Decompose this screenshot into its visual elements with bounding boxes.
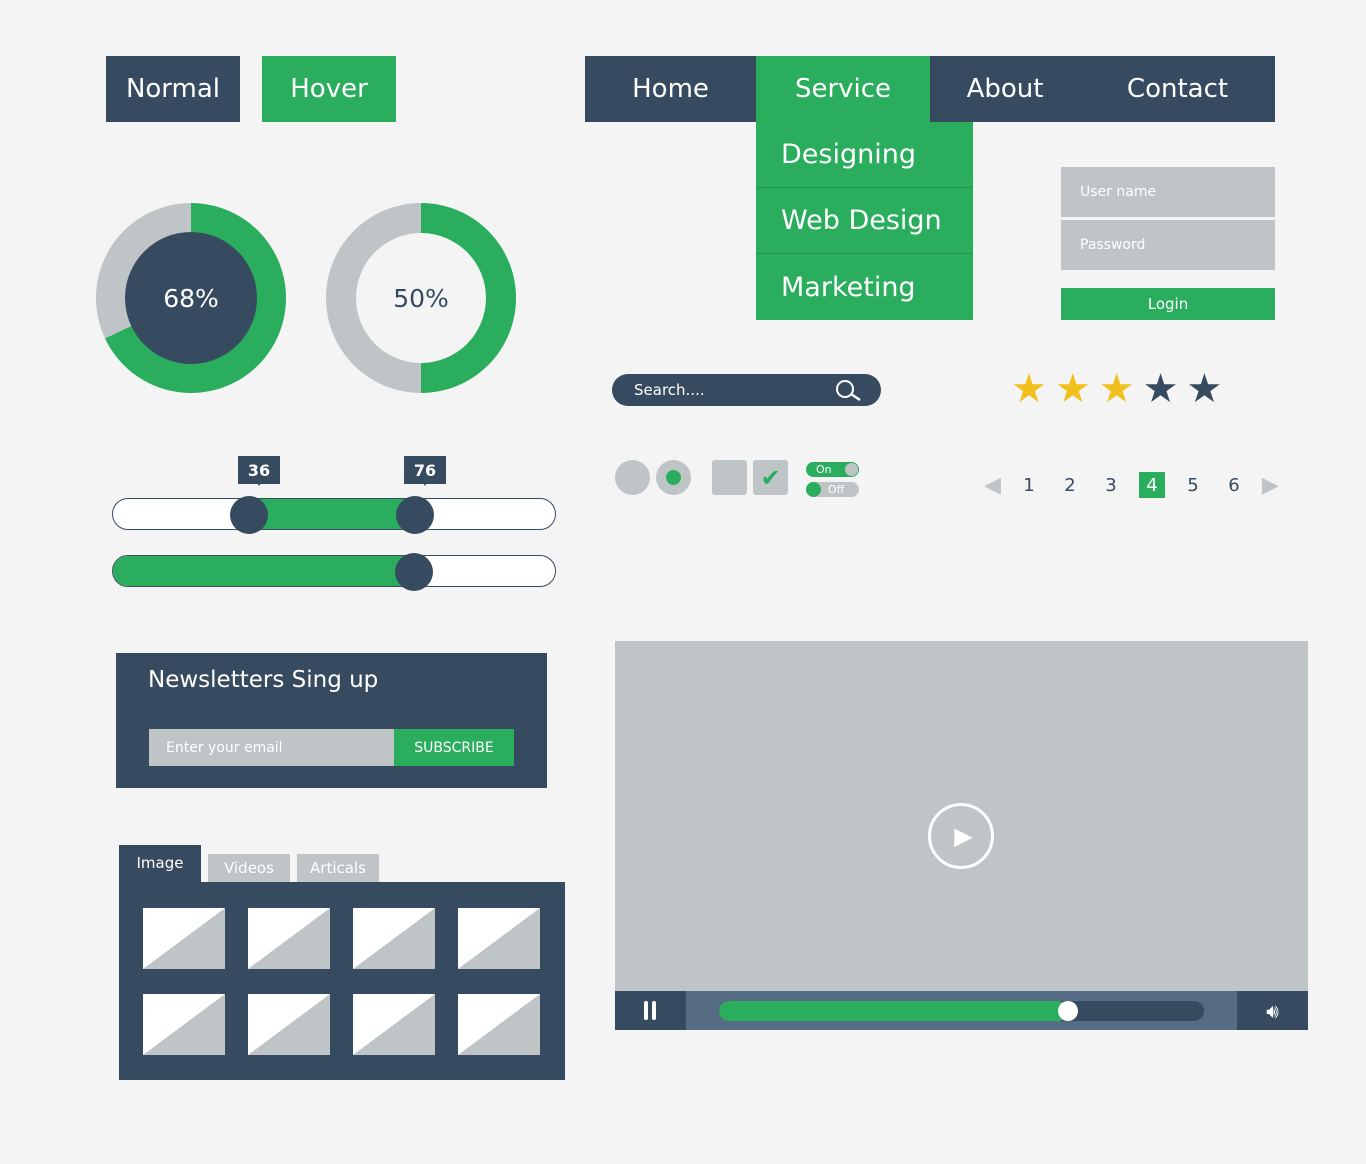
donut-label: 68% — [125, 232, 257, 364]
tab-videos[interactable]: Videos — [208, 854, 290, 882]
video-controls: 🔊︎ — [615, 991, 1308, 1030]
toggle-off-label: Off — [828, 483, 845, 496]
toggle-on[interactable]: On — [806, 462, 859, 477]
range-high-tooltip: 76 — [404, 456, 446, 486]
service-dropdown: Designing Web Design Marketing — [756, 122, 973, 320]
page-4[interactable]: 4 — [1138, 472, 1165, 498]
dropdown-web-design[interactable]: Web Design — [756, 188, 973, 254]
nav-about[interactable]: About — [930, 56, 1080, 122]
image-thumbnail[interactable] — [353, 908, 435, 969]
image-thumbnail[interactable] — [458, 908, 540, 969]
volume-icon[interactable]: 🔊︎ — [1237, 991, 1308, 1030]
prev-page-icon[interactable]: ◀ — [984, 473, 1001, 498]
username-input[interactable]: User name — [1061, 167, 1275, 217]
donut-label: 50% — [356, 233, 486, 363]
page-6[interactable]: 6 — [1221, 472, 1247, 498]
nav-bar: Home Service About Contact — [585, 56, 1275, 122]
email-input[interactable]: Enter your email — [149, 729, 394, 766]
toggle-on-label: On — [816, 463, 832, 476]
progress-donut-68: 68% — [96, 203, 286, 393]
image-gallery — [119, 882, 565, 1080]
nav-contact[interactable]: Contact — [1080, 56, 1275, 122]
page-5[interactable]: 5 — [1180, 472, 1206, 498]
video-player[interactable]: ▶ — [615, 641, 1308, 991]
star-rating[interactable]: ★ ★ ★ ★ ★ — [1011, 369, 1222, 409]
normal-button[interactable]: Normal — [106, 56, 240, 122]
search-placeholder: Search.... — [634, 381, 705, 399]
star-filled-icon[interactable]: ★ — [1099, 369, 1135, 409]
range-high-handle[interactable] — [396, 496, 434, 534]
video-progress-handle[interactable] — [1058, 1001, 1079, 1021]
slider-handle[interactable] — [394, 553, 433, 591]
range-low-tooltip: 36 — [238, 456, 280, 486]
toggle-knob — [845, 463, 858, 476]
radio-checked[interactable] — [656, 460, 691, 495]
tab-image[interactable]: Image — [119, 845, 201, 885]
radio-dot — [666, 470, 681, 485]
password-input[interactable]: Password — [1061, 220, 1275, 270]
image-thumbnail[interactable] — [248, 908, 330, 969]
search-input[interactable]: Search.... — [612, 374, 881, 406]
page-1[interactable]: 1 — [1016, 472, 1042, 498]
star-empty-icon[interactable]: ★ — [1186, 369, 1222, 409]
pause-icon — [644, 1001, 648, 1020]
pause-button[interactable] — [615, 991, 686, 1030]
radio-unchecked[interactable] — [615, 460, 650, 495]
pause-icon-bar — [652, 1001, 656, 1020]
check-icon: ✔ — [760, 463, 781, 492]
dropdown-marketing[interactable]: Marketing — [756, 254, 973, 320]
slider-track[interactable] — [112, 555, 556, 587]
image-thumbnail[interactable] — [143, 994, 225, 1055]
hover-button[interactable]: Hover — [262, 56, 396, 122]
page-3[interactable]: 3 — [1098, 472, 1124, 498]
image-thumbnail[interactable] — [248, 994, 330, 1055]
checkbox-unchecked[interactable] — [712, 460, 747, 495]
video-progress-fill — [719, 1001, 1069, 1021]
page-2[interactable]: 2 — [1057, 472, 1083, 498]
video-progress-track[interactable] — [719, 1001, 1204, 1021]
range-slider-fill — [249, 499, 415, 529]
next-page-icon[interactable]: ▶ — [1262, 473, 1279, 498]
pagination: ◀ 1 2 3 4 5 6 ▶ — [984, 472, 1279, 498]
progress-donut-50: 50% — [326, 203, 516, 393]
checkbox-checked[interactable]: ✔ — [753, 460, 788, 495]
slider-fill — [113, 556, 414, 586]
login-button[interactable]: Login — [1061, 288, 1275, 320]
range-low-handle[interactable] — [230, 496, 268, 534]
newsletter-title: Newsletters Sing up — [148, 667, 379, 693]
star-filled-icon[interactable]: ★ — [1011, 369, 1047, 409]
toggle-off[interactable]: Off — [806, 482, 859, 497]
image-thumbnail[interactable] — [353, 994, 435, 1055]
nav-home[interactable]: Home — [585, 56, 756, 122]
range-slider-track[interactable] — [112, 498, 556, 530]
nav-service[interactable]: Service — [756, 56, 930, 122]
newsletter-panel: Newsletters Sing up Enter your email SUB… — [116, 653, 547, 788]
search-icon[interactable] — [835, 379, 861, 401]
play-icon[interactable]: ▶ — [928, 803, 994, 869]
star-filled-icon[interactable]: ★ — [1055, 369, 1091, 409]
image-thumbnail[interactable] — [143, 908, 225, 969]
subscribe-button[interactable]: SUBSCRIBE — [394, 729, 514, 766]
star-empty-icon[interactable]: ★ — [1143, 369, 1179, 409]
dropdown-designing[interactable]: Designing — [756, 122, 973, 188]
toggle-knob — [806, 482, 821, 497]
tab-articals[interactable]: Articals — [297, 854, 379, 882]
image-thumbnail[interactable] — [458, 994, 540, 1055]
